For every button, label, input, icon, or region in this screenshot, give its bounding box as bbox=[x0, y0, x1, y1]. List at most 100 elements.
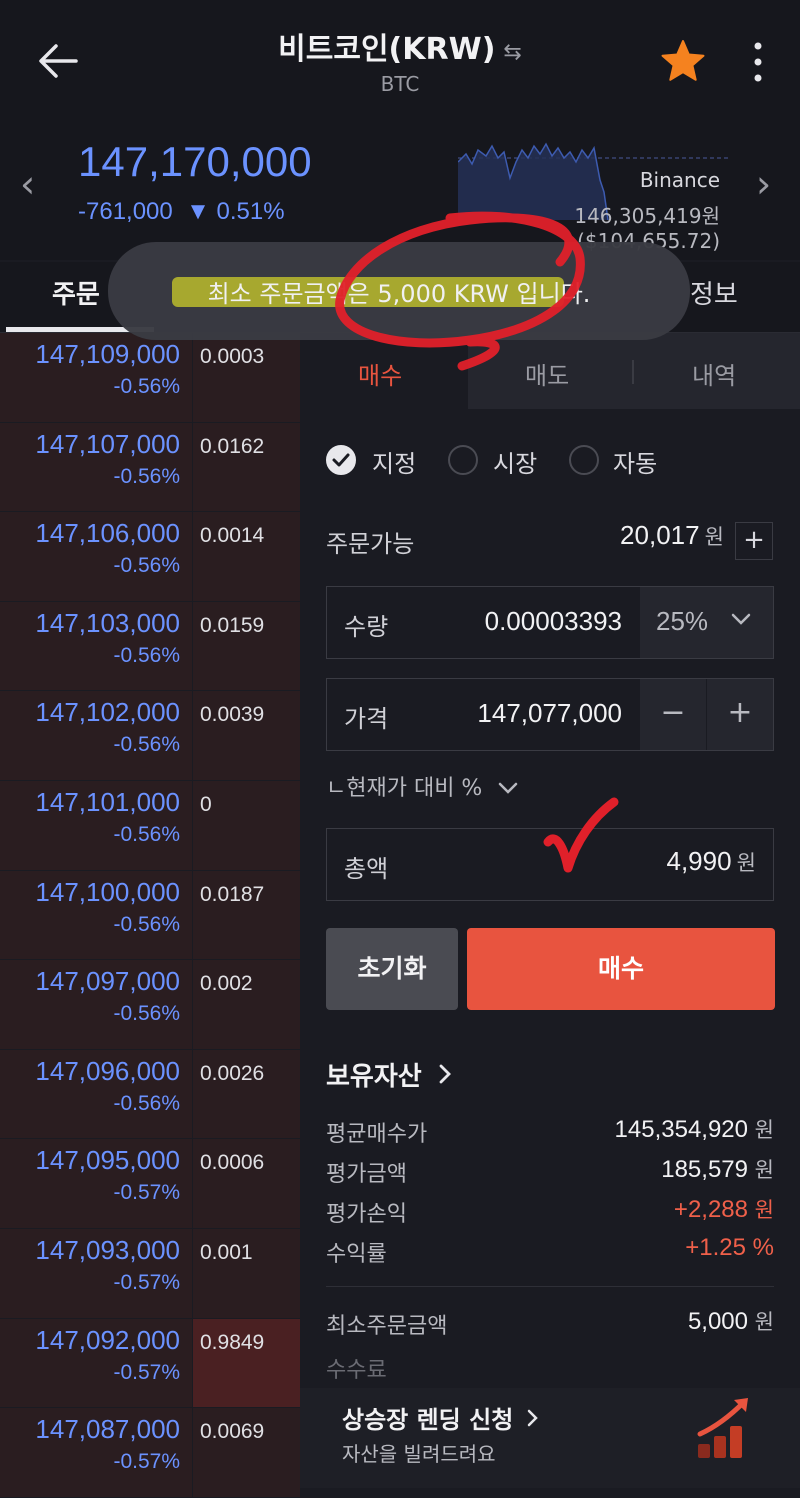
orderbook-row[interactable]: 147,109,000 -0.56% 0.0003 bbox=[0, 333, 300, 423]
banner-subtitle: 자산을 빌려드려요 bbox=[342, 1442, 496, 1466]
orderbook-qty-cell[interactable]: 0.0014 bbox=[193, 512, 300, 602]
radio-market[interactable] bbox=[448, 445, 478, 475]
orderbook-row[interactable]: 147,087,000 -0.57% 0.0069 bbox=[0, 1408, 300, 1498]
star-icon[interactable] bbox=[660, 38, 706, 84]
radio-limit-label: 지정 bbox=[372, 450, 417, 478]
orderbook-price-cell[interactable]: 147,092,000 -0.57% bbox=[0, 1318, 192, 1409]
orderbook-qty: 0.001 bbox=[200, 1240, 253, 1264]
orderbook-price-cell[interactable]: 147,095,000 -0.57% bbox=[0, 1139, 192, 1229]
orderbook-qty: 0.0026 bbox=[200, 1061, 265, 1085]
orderbook-row[interactable]: 147,102,000 -0.56% 0.0039 bbox=[0, 691, 300, 781]
orderbook-pct: -0.56% bbox=[113, 733, 180, 757]
pnl-value: +2,288 bbox=[673, 1196, 748, 1223]
chevron-down-icon bbox=[499, 782, 518, 794]
available-unit: 원 bbox=[704, 525, 724, 549]
orderbook-price-cell[interactable]: 147,100,000 -0.56% bbox=[0, 870, 192, 961]
orderbook-price-cell[interactable]: 147,102,000 -0.56% bbox=[0, 691, 192, 781]
reset-button[interactable]: 초기화 bbox=[326, 928, 458, 1010]
add-funds-button[interactable]: + bbox=[735, 522, 773, 560]
orderbook-price-cell[interactable]: 147,103,000 -0.56% bbox=[0, 601, 192, 692]
orderbook-qty-cell[interactable]: 0.0162 bbox=[193, 422, 300, 513]
orderbook-qty-cell[interactable]: 0.001 bbox=[193, 1228, 300, 1319]
quantity-value[interactable]: 0.00003393 bbox=[440, 606, 622, 637]
price-value[interactable]: 147,077,000 bbox=[440, 698, 622, 729]
orderbook-qty: 0.0003 bbox=[200, 345, 265, 368]
orderbook-price: 147,103,000 bbox=[35, 607, 180, 638]
more-vertical-icon[interactable] bbox=[748, 40, 768, 84]
orderbook-qty: 0.0162 bbox=[200, 434, 265, 458]
avg-price-value: 145,354,920 bbox=[614, 1116, 748, 1143]
orderbook-pct: -0.57% bbox=[113, 1270, 180, 1294]
orderbook-row[interactable]: 147,097,000 -0.56% 0.002 bbox=[0, 960, 300, 1050]
orderbook-price-cell[interactable]: 147,087,000 -0.57% bbox=[0, 1408, 192, 1498]
quantity-label: 수량 bbox=[344, 613, 389, 641]
orderbook-qty-cell[interactable]: 0.0069 bbox=[193, 1408, 300, 1498]
compare-label: 현재가 대비 % bbox=[346, 776, 483, 801]
orderbook-pct: -0.57% bbox=[113, 1181, 180, 1205]
orderbook-qty-cell[interactable]: 0.002 bbox=[193, 960, 300, 1050]
orderbook-qty-cell[interactable]: 0.0003 bbox=[193, 333, 300, 423]
radio-auto-label: 자동 bbox=[613, 450, 658, 478]
orderbook-row[interactable]: 147,093,000 -0.57% 0.001 bbox=[0, 1228, 300, 1319]
price-increment-button[interactable]: + bbox=[707, 679, 773, 750]
min-order: 5,000 원 bbox=[688, 1306, 774, 1336]
tab-history[interactable]: 내역 bbox=[692, 356, 736, 391]
orderbook-price-cell[interactable]: 147,096,000 -0.56% bbox=[0, 1049, 192, 1140]
orderbook-price: 147,087,000 bbox=[35, 1414, 180, 1445]
divider bbox=[326, 1286, 774, 1287]
orderbook-price-cell[interactable]: 147,109,000 -0.56% bbox=[0, 333, 192, 423]
orderbook-price-cell[interactable]: 147,101,000 -0.56% bbox=[0, 780, 192, 871]
chevron-left-icon[interactable]: ‹ bbox=[20, 162, 35, 206]
tab-buy[interactable]: 매수 bbox=[358, 356, 402, 391]
chevron-right-icon bbox=[439, 1064, 451, 1084]
rising-chart-icon bbox=[697, 1398, 748, 1458]
orderbook-price: 147,096,000 bbox=[35, 1055, 180, 1086]
available-label: 주문가능 bbox=[326, 530, 415, 558]
tab-order[interactable]: 주문 bbox=[52, 274, 100, 311]
buy-button[interactable]: 매수 bbox=[467, 928, 775, 1010]
radio-limit[interactable] bbox=[326, 445, 356, 475]
min-order-label: 최소주문금액 bbox=[326, 1314, 448, 1339]
orderbook-row[interactable]: 147,107,000 -0.56% 0.0162 bbox=[0, 422, 300, 513]
orderbook-qty-cell[interactable]: 0 bbox=[193, 780, 300, 871]
radio-auto[interactable] bbox=[569, 445, 599, 475]
orderbook-price-cell[interactable]: 147,097,000 -0.56% bbox=[0, 960, 192, 1050]
orderbook-qty-cell[interactable]: 0.0026 bbox=[193, 1049, 300, 1140]
swap-icon[interactable]: ⇆ bbox=[503, 40, 521, 65]
orderbook-pct: -0.56% bbox=[113, 375, 180, 398]
chevron-right-icon[interactable]: › bbox=[756, 162, 771, 206]
orderbook-row[interactable]: 147,092,000 -0.57% 0.9849 bbox=[0, 1318, 300, 1409]
orderbook-row[interactable]: 147,100,000 -0.56% 0.0187 bbox=[0, 870, 300, 961]
orderbook-pct: -0.57% bbox=[113, 1360, 180, 1384]
tab-sell[interactable]: 매도 bbox=[525, 356, 569, 391]
orderbook-qty-cell[interactable]: 0.0159 bbox=[193, 601, 300, 692]
orderbook-pct: -0.56% bbox=[113, 554, 180, 578]
orderbook-price-cell[interactable]: 147,093,000 -0.57% bbox=[0, 1228, 192, 1319]
lending-link[interactable]: 상승장 렌딩 신청 bbox=[342, 1400, 540, 1435]
pnl: +2,288 원 bbox=[674, 1194, 774, 1224]
orderbook-qty-cell[interactable]: 0.0187 bbox=[193, 870, 300, 961]
orderbook-row[interactable]: 147,101,000 -0.56% 0 bbox=[0, 780, 300, 871]
orderbook-row[interactable]: 147,096,000 -0.56% 0.0026 bbox=[0, 1049, 300, 1140]
toast-message: 최소 주문금액은 5,000 KRW 입니다. bbox=[207, 280, 591, 308]
won-unit: 원 bbox=[754, 1158, 774, 1182]
orderbook-qty: 0.0039 bbox=[200, 703, 265, 727]
orderbook-row[interactable]: 147,103,000 -0.56% 0.0159 bbox=[0, 601, 300, 692]
compare-price-toggle[interactable]: ㄴ현재가 대비 % bbox=[326, 770, 519, 802]
fee-label: 수수료 bbox=[326, 1358, 387, 1383]
orderbook-row[interactable]: 147,106,000 -0.56% 0.0014 bbox=[0, 512, 300, 602]
tab-info[interactable]: 정보 bbox=[690, 274, 738, 311]
orderbook-row[interactable]: 147,095,000 -0.57% 0.0006 bbox=[0, 1139, 300, 1229]
orderbook-qty-cell[interactable]: 0.0039 bbox=[193, 691, 300, 781]
orderbook-price-cell[interactable]: 147,107,000 -0.56% bbox=[0, 422, 192, 513]
orderbook-pct: -0.56% bbox=[113, 643, 180, 667]
tab-separator bbox=[632, 360, 634, 384]
orderbook-qty: 0.0014 bbox=[200, 524, 265, 548]
won-unit: 원 bbox=[754, 1310, 774, 1334]
orderbook-qty-cell[interactable]: 0.0006 bbox=[193, 1139, 300, 1229]
price-decrement-button[interactable]: − bbox=[640, 679, 706, 750]
holdings-link[interactable]: 보유자산 bbox=[326, 1056, 453, 1093]
pct-select-value: 25% bbox=[656, 606, 709, 636]
orderbook-price-cell[interactable]: 147,106,000 -0.56% bbox=[0, 512, 192, 602]
orderbook-qty-cell[interactable]: 0.9849 bbox=[193, 1318, 300, 1409]
